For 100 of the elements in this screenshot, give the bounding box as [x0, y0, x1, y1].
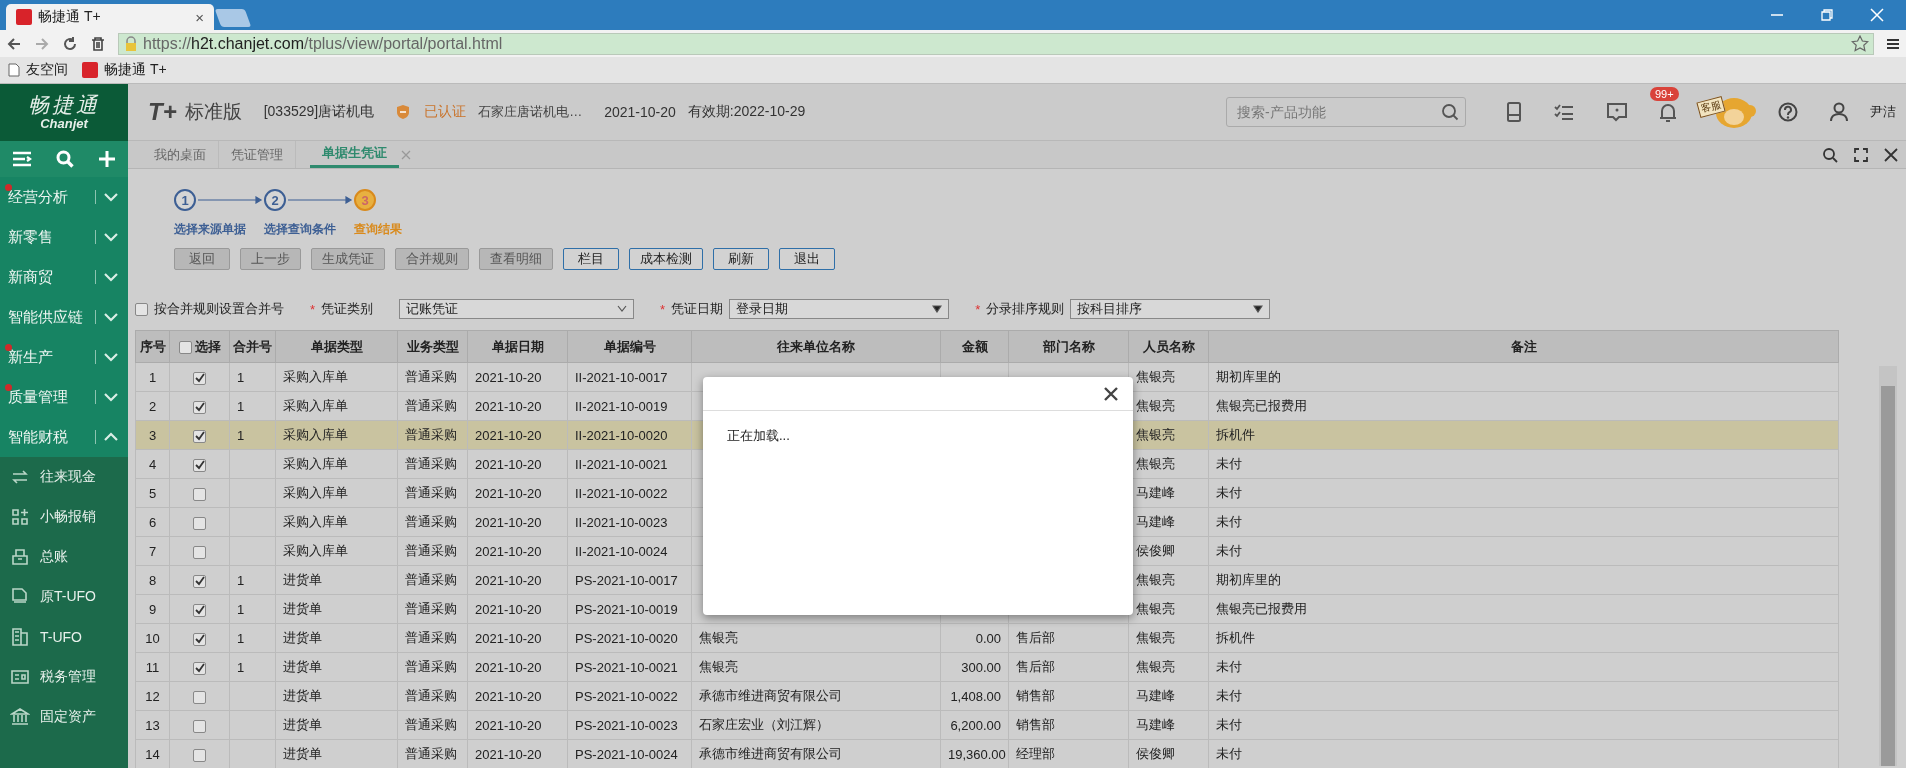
sidebar-menu-item[interactable]: 新零售 — [0, 217, 128, 257]
row-checkbox[interactable] — [193, 400, 206, 414]
tablet-icon[interactable] — [1506, 101, 1522, 123]
column-header[interactable]: 序号 — [135, 330, 170, 363]
bookmark-star-icon[interactable] — [1851, 34, 1869, 53]
table-cell: 1,408.00 — [950, 688, 1001, 704]
bank-icon — [10, 707, 30, 727]
column-header[interactable]: 单据日期 — [467, 330, 568, 363]
select-field[interactable]: 按科目排序 — [1070, 299, 1271, 319]
menu-icon[interactable] — [1886, 36, 1900, 51]
company-name: 石家庄唐诺机电… — [478, 103, 583, 121]
table-cell: II-2021-10-0023 — [575, 514, 668, 530]
column-header[interactable]: 部门名称 — [1008, 330, 1129, 363]
row-checkbox[interactable] — [193, 516, 206, 530]
table-cell: 2021-10-20 — [475, 369, 542, 385]
table-cell: 300.00 — [961, 659, 1001, 675]
bookmark-link[interactable]: 友空间 — [8, 61, 68, 79]
table-cell: 侯俊卿 — [1136, 543, 1175, 558]
row-checkbox[interactable] — [193, 487, 206, 501]
restore-icon[interactable] — [1820, 8, 1834, 22]
table-cell: 2021-10-20 — [475, 427, 542, 443]
toolbar-button[interactable]: 栏目 — [563, 248, 619, 270]
trash-icon[interactable] — [90, 35, 106, 52]
add-icon[interactable] — [98, 150, 116, 168]
column-header[interactable]: 业务类型 — [397, 330, 468, 363]
sidebar-menu-item[interactable]: 经营分析 — [0, 177, 128, 217]
address-bar[interactable]: https://h2t.chanjet.com/tplus/view/portal/portal.html — [118, 32, 1874, 55]
row-checkbox[interactable] — [193, 690, 206, 704]
user-icon[interactable] — [1830, 102, 1848, 122]
sidebar-menu-item[interactable]: 新生产 — [0, 337, 128, 377]
new-tab-button[interactable] — [214, 9, 252, 27]
table-row[interactable]: 13 进货单 普通采购 2021-10-20 PS-2021-10-0023 石家庄宏业（刘江辉） 6,200.00 销售部 马建峰 未付 — [135, 710, 1839, 740]
row-checkbox[interactable] — [193, 545, 206, 559]
bookmark-link[interactable]: 畅捷通 T+ — [82, 61, 167, 79]
message-icon[interactable] — [1606, 102, 1628, 122]
row-checkbox[interactable] — [193, 574, 206, 588]
row-checkbox[interactable] — [193, 748, 206, 762]
row-checkbox[interactable] — [193, 371, 206, 385]
search-field[interactable]: 搜索-产品功能 — [1226, 97, 1466, 127]
table-cell: 采购入库单 — [283, 514, 348, 529]
search-icon[interactable] — [56, 150, 74, 168]
select-field[interactable]: 记账凭证 — [399, 299, 635, 319]
help-icon[interactable] — [1778, 102, 1798, 122]
dropdown-arrow-icon[interactable] — [932, 305, 943, 313]
table-cell: 普通采购 — [405, 601, 457, 616]
sidebar-menu-item[interactable]: 智能财税 — [0, 417, 128, 457]
close-icon[interactable] — [1884, 147, 1898, 162]
row-checkbox[interactable] — [193, 458, 206, 472]
table-cell: 焦银亮 — [1136, 456, 1175, 471]
row-checkbox[interactable] — [193, 719, 206, 733]
table-cell: 采购入库单 — [283, 369, 348, 384]
brand-logo: 畅捷通 Chanjet — [0, 84, 128, 141]
toolbar-button[interactable]: 刷新 — [713, 248, 769, 270]
column-header[interactable]: 选择 — [169, 330, 230, 363]
table-cell: 2021-10-20 — [475, 688, 542, 704]
column-header[interactable]: 往来单位名称 — [691, 330, 941, 363]
user-name[interactable]: 尹洁 — [1870, 103, 1896, 121]
toolbar-button[interactable]: 成本检测 — [629, 248, 703, 270]
notification-badge: 99+ — [1650, 87, 1679, 101]
row-checkbox[interactable] — [193, 603, 206, 617]
table-row[interactable]: 10 1 进货单 普通采购 2021-10-20 PS-2021-10-0020 焦银亮 0.00 售后部 焦银亮 拆机件 — [135, 623, 1839, 653]
column-header[interactable]: 备注 — [1208, 330, 1839, 363]
table-row[interactable]: 11 1 进货单 普通采购 2021-10-20 PS-2021-10-0021 焦银亮 300.00 售后部 焦银亮 未付 — [135, 652, 1839, 682]
checkbox[interactable] — [135, 302, 148, 316]
toolbar-button[interactable]: 退出 — [779, 248, 835, 270]
table-cell: 2021-10-20 — [475, 543, 542, 559]
table-cell: 未付 — [1216, 456, 1242, 471]
reload-icon[interactable] — [62, 35, 78, 52]
select-field[interactable]: 登录日期 — [729, 299, 950, 319]
column-header[interactable]: 金额 — [940, 330, 1009, 363]
search-icon[interactable] — [1441, 103, 1459, 121]
row-checkbox[interactable] — [193, 429, 206, 443]
search-icon[interactable] — [1822, 146, 1838, 163]
tab-close-button[interactable]: × — [195, 8, 204, 26]
sidebar-menu-item[interactable]: 新商贸 — [0, 257, 128, 297]
fullscreen-icon[interactable] — [1854, 147, 1868, 162]
table-row[interactable]: 14 进货单 普通采购 2021-10-20 PS-2021-10-0024 承德市维进商贸有限公司 19,360.00 经理部 侯俊卿 未付 — [135, 739, 1839, 768]
field-label: 凭证日期 — [671, 300, 724, 318]
sidebar-menu-item[interactable]: 智能供应链 — [0, 297, 128, 337]
table-cell: 焦银亮 — [1136, 601, 1175, 616]
column-header[interactable]: 合并号 — [229, 330, 276, 363]
page-tab[interactable]: 凭证管理 — [219, 141, 296, 168]
page-tab[interactable]: 我的桌面 — [142, 141, 219, 168]
row-checkbox[interactable] — [193, 632, 206, 646]
checklist-icon[interactable] — [1554, 103, 1574, 121]
column-header[interactable]: 单据编号 — [567, 330, 692, 363]
close-icon[interactable] — [1103, 385, 1119, 402]
table-cell: 8 — [148, 572, 157, 588]
arrow-icon — [288, 196, 354, 204]
dropdown-arrow-icon[interactable] — [1253, 305, 1264, 313]
back-icon[interactable] — [6, 35, 22, 52]
bell-icon[interactable] — [1658, 101, 1678, 123]
column-header[interactable]: 人员名称 — [1128, 330, 1209, 363]
scrollbar[interactable] — [1879, 366, 1897, 766]
column-header[interactable]: 单据类型 — [275, 330, 398, 363]
row-checkbox[interactable] — [193, 661, 206, 675]
sidebar-menu-item[interactable]: 质量管理 — [0, 377, 128, 417]
browser-tab[interactable]: 畅捷通 T+ × — [6, 4, 214, 30]
customer-service-sign[interactable]: 客服 — [1696, 95, 1726, 119]
table-row[interactable]: 12 进货单 普通采购 2021-10-20 PS-2021-10-0022 承德市维进商贸有限公司 1,408.00 销售部 马建峰 未付 — [135, 681, 1839, 711]
